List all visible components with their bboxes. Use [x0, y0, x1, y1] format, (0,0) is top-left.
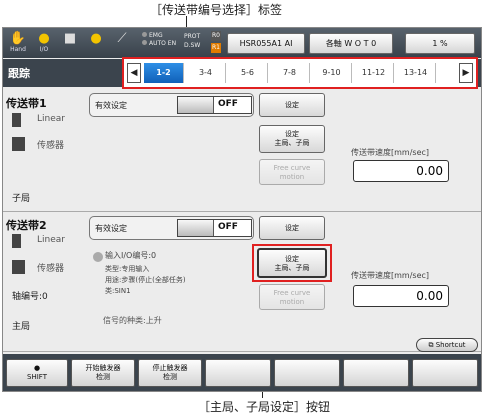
- linear-icon: [12, 113, 21, 127]
- conveyor-2-master-slave-button[interactable]: 设定 主局、子局: [257, 248, 327, 278]
- conveyor-1-role: 子局: [12, 194, 31, 204]
- stop-icon[interactable]: ■: [59, 31, 81, 55]
- conveyor-2-io-usage: 用途:步骤(停止(全部任务): [105, 276, 186, 284]
- toggle-knob: [178, 97, 214, 113]
- conveyor-2-enable-group: 有效设定 OFF: [89, 216, 254, 240]
- shift-button[interactable]: ● SHIFT: [6, 359, 68, 387]
- function-key-6[interactable]: [343, 359, 409, 387]
- hand-icon[interactable]: ✋ Hand: [7, 31, 29, 55]
- function-key-5[interactable]: [274, 359, 340, 387]
- tab-5-6[interactable]: 5-6: [228, 63, 268, 83]
- conveyor-2-enable-toggle[interactable]: OFF: [177, 219, 252, 237]
- tab-13-14[interactable]: 13-14: [396, 63, 436, 83]
- toggle-state: OFF: [218, 222, 238, 232]
- axis-mode-button[interactable]: 各軸 W O T 0: [309, 33, 393, 54]
- shift-dot-icon: ●: [33, 364, 41, 372]
- start-trigger-detect-button[interactable]: 开始触发器 检测: [71, 359, 135, 387]
- i-o-icon[interactable]: ● I/O: [33, 31, 55, 55]
- toggle-state: OFF: [218, 99, 238, 109]
- tab-11-12[interactable]: 11-12: [354, 63, 394, 83]
- conveyor-1-type: Linear: [37, 114, 65, 124]
- conveyor-1-master-slave-button[interactable]: 设定 主局、子局: [259, 125, 325, 153]
- page-title: 跟踪: [8, 67, 30, 80]
- conveyor-1-panel: 传送带1 Linear 传感器 子局 有效设定 OFF 设定 设定 主局、子局 …: [3, 89, 481, 212]
- conveyor-1-free-curve-button[interactable]: Free curve motion: [259, 159, 325, 185]
- function-key-7[interactable]: [412, 359, 478, 387]
- conveyor-1-enable-toggle[interactable]: OFF: [177, 96, 252, 114]
- light-icon[interactable]: ●: [85, 31, 107, 55]
- annotation-tab-select: ［传送带编号选择］标签: [150, 3, 283, 17]
- enable-label: 有效设定: [95, 101, 127, 110]
- tool-icon[interactable]: ⟋: [111, 31, 133, 55]
- conveyor-2-speed-field[interactable]: 0.00: [353, 285, 449, 307]
- next-tab-button[interactable]: ▶: [459, 63, 473, 83]
- conveyor-2-title: 传送带2: [6, 219, 47, 232]
- conveyor-2-panel: 传送带2 Linear 传感器 轴编号:0 主局 有效设定 OFF 输入I/O编…: [3, 212, 481, 352]
- conveyor-2-speed-label: 传送带速度[mm/sec]: [351, 271, 430, 280]
- r0-indicator: R0: [211, 31, 221, 41]
- conveyor-tab-selector: ◀ 1-2 3-4 5-6 7-8 9-10 11-12 13-14 ▶: [122, 57, 478, 89]
- conveyor-2-sensor: 传感器: [37, 264, 65, 274]
- prot-status: PROT D.SW: [184, 33, 201, 49]
- teach-pendant-screen: ✋ Hand ● I/O ■ ● ⟋ EMG AUTO EN PROT D.SW R…: [2, 27, 482, 392]
- robot-model-button[interactable]: HSR055A1 AI: [227, 33, 305, 54]
- sensor-icon: [12, 137, 25, 151]
- function-key-4[interactable]: [205, 359, 271, 387]
- conveyor-2-axis-number: 轴编号:0: [12, 292, 48, 302]
- conveyor-2-settings-button[interactable]: 设定: [259, 216, 325, 240]
- toggle-knob: [178, 220, 214, 236]
- conveyor-1-enable-group: 有效设定 OFF: [89, 93, 254, 117]
- speed-percent-button[interactable]: 1 %: [405, 33, 475, 54]
- stop-trigger-detect-button[interactable]: 停止触发器 检测: [138, 359, 202, 387]
- io-bullet-icon: [93, 252, 103, 262]
- conveyor-2-type: Linear: [37, 235, 65, 245]
- annotation-master-slave-button: ［主局、子局设定］按钮: [198, 400, 331, 414]
- shortcut-button[interactable]: ⧉ Shortcut: [416, 338, 478, 352]
- conveyor-2-role: 主局: [12, 322, 31, 332]
- r1-indicator: R1: [211, 43, 221, 53]
- prev-tab-button[interactable]: ◀: [127, 63, 141, 83]
- conveyor-2-io-number: 输入I/O编号:0: [105, 251, 157, 260]
- conveyor-2-signal-kind: 信号的种类:上升: [103, 316, 162, 325]
- linear-icon: [12, 234, 21, 248]
- conveyor-2-io-class: 类:SIN1: [105, 287, 131, 295]
- status-bar: ✋ Hand ● I/O ■ ● ⟋ EMG AUTO EN PROT D.SW R…: [3, 28, 481, 58]
- conveyor-2-io-type: 类型:专用输入: [105, 265, 150, 273]
- conveyor-1-settings-button[interactable]: 设定: [259, 93, 325, 117]
- conveyor-1-speed-label: 传送带速度[mm/sec]: [351, 148, 430, 157]
- tab-7-8[interactable]: 7-8: [270, 63, 310, 83]
- tab-1-2[interactable]: 1-2: [144, 63, 184, 83]
- conveyor-1-title: 传送带1: [6, 97, 47, 110]
- tab-9-10[interactable]: 9-10: [312, 63, 352, 83]
- conveyor-1-speed-field[interactable]: 0.00: [353, 160, 449, 182]
- emg-status: EMG AUTO EN: [142, 32, 176, 48]
- conveyor-2-free-curve-button[interactable]: Free curve motion: [259, 284, 325, 310]
- tab-3-4[interactable]: 3-4: [186, 63, 226, 83]
- sensor-icon: [12, 260, 25, 274]
- conveyor-1-sensor: 传感器: [37, 141, 65, 151]
- enable-label: 有效设定: [95, 224, 127, 233]
